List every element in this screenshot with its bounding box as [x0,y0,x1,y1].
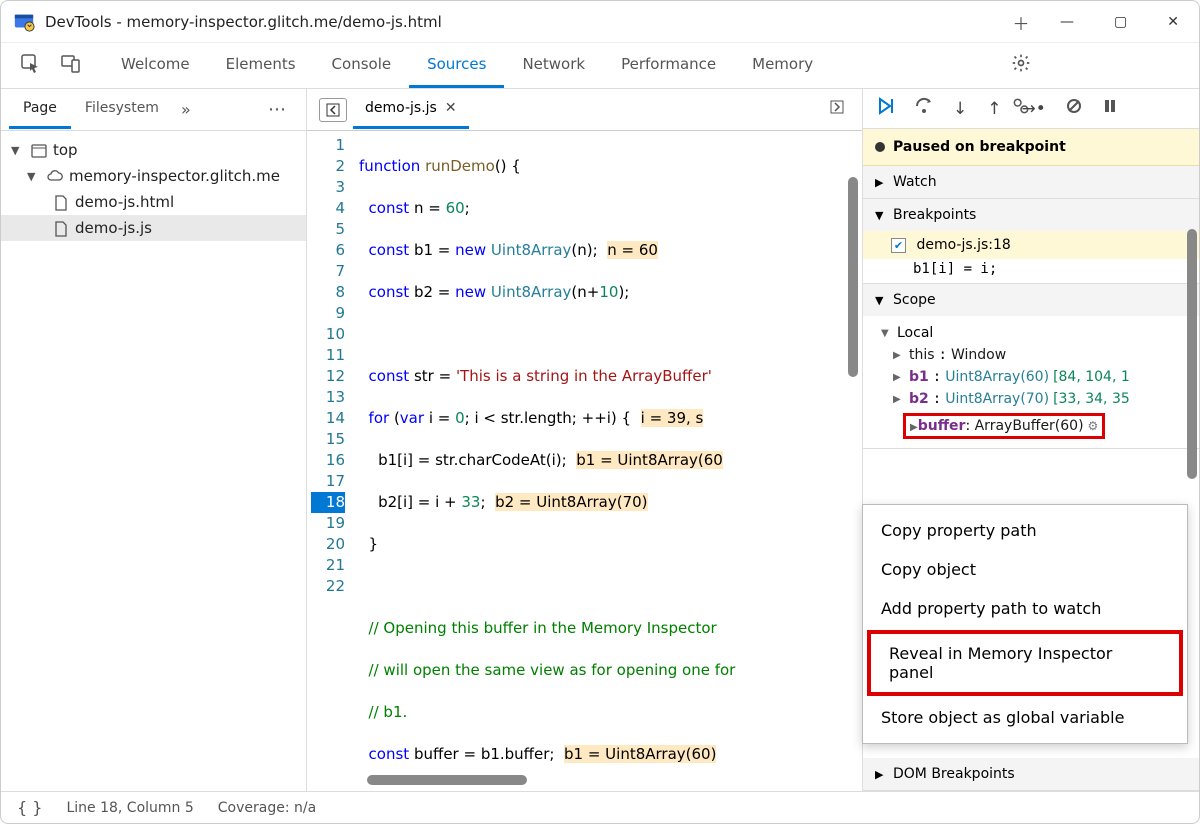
editor-nav-toggle-icon[interactable] [319,98,347,122]
scope-buffer[interactable]: ▶buffer: ArrayBuffer(60)⚙ [863,410,1199,442]
paused-banner: Paused on breakpoint [863,129,1199,166]
editor-vertical-scrollbar[interactable] [848,177,858,377]
ctx-copy-object[interactable]: Copy object [863,550,1187,589]
memory-gear-icon[interactable]: ⚙ [1088,419,1099,433]
scope-section-header[interactable]: ▼Scope [863,284,1199,316]
navigator-tab-page[interactable]: Page [9,90,71,129]
inline-hint: i = 39, s [641,409,704,427]
inspect-element-icon[interactable] [21,54,41,78]
paused-label: Paused on breakpoint [893,139,1066,155]
tree-top-label: top [53,141,78,159]
ctx-reveal-memory-inspector[interactable]: Reveal in Memory Inspector panel [867,630,1183,696]
editor-tab-close-icon[interactable]: ✕ [445,100,457,116]
tree-domain-label: memory-inspector.glitch.me [69,167,280,185]
tree-file-html[interactable]: demo-js.html [1,189,306,215]
step-into-icon[interactable]: ↓ [953,99,967,119]
window-title: DevTools - memory-inspector.glitch.me/de… [45,13,442,31]
tree-file-js[interactable]: demo-js.js [1,215,306,241]
code-area[interactable]: function runDemo() { const n = 60; const… [355,131,862,791]
pretty-print-icon[interactable]: { } [17,798,42,817]
deactivate-breakpoints-icon[interactable] [1066,98,1082,119]
tree-top-frame[interactable]: ▼ top [1,137,306,163]
new-tab-icon[interactable]: ＋ [1013,10,1030,35]
dom-breakpoints-section-header[interactable]: ▶DOM Breakpoints [863,758,1199,790]
status-line-col: Line 18, Column 5 [66,800,193,816]
file-tree: ▼ top ▼ memory-inspector.glitch.me demo-… [1,131,306,247]
navigator-tab-filesystem[interactable]: Filesystem [71,90,173,129]
tree-domain[interactable]: ▼ memory-inspector.glitch.me [1,163,306,189]
tab-network[interactable]: Network [504,43,603,88]
tab-elements[interactable]: Elements [208,43,314,88]
editor-tab-label: demo-js.js [365,100,437,116]
scope-b1[interactable]: ▶b1: Uint8Array(60) [84, 104, 1 [863,366,1199,388]
file-icon [53,219,69,237]
step-icon[interactable]: →• [1022,99,1046,119]
editor-pane: demo-js.js ✕ 123456789101112131415161718… [307,89,863,791]
code-editor[interactable]: 12345678910111213141516171819202122 func… [307,131,862,791]
settings-icon[interactable] [1011,53,1031,78]
file-icon [53,193,69,211]
pause-on-exceptions-icon[interactable] [1102,98,1118,119]
tree-file-js-label: demo-js.js [75,219,152,237]
breakpoint-code: b1[i] = i; [863,259,1199,283]
tab-sources[interactable]: Sources [409,43,504,88]
scope-local-header[interactable]: ▼Local [863,322,1199,344]
navigator-more-tabs-icon[interactable]: » [173,100,199,119]
tab-memory[interactable]: Memory [734,43,831,88]
device-toolbar-icon[interactable] [61,54,81,78]
step-out-icon[interactable]: ↑ [987,99,1001,119]
inline-hint: b1 = Uint8Array(60) [564,745,716,763]
tab-performance[interactable]: Performance [603,43,734,88]
main-toolbar: Welcome Elements Console Sources Network… [1,43,1199,89]
panel-tabs: Welcome Elements Console Sources Network… [103,43,831,88]
context-menu: Copy property path Copy object Add prope… [862,504,1188,744]
watch-section-header[interactable]: ▶Watch [863,166,1199,198]
editor-statusbar: { } Line 18, Column 5 Coverage: n/a [1,791,1199,823]
scope-b2[interactable]: ▶b2: Uint8Array(70) [33, 34, 35 [863,388,1199,410]
ctx-add-to-watch[interactable]: Add property path to watch [863,589,1187,628]
editor-horizontal-scrollbar[interactable] [367,775,527,785]
cloud-icon [47,167,63,185]
inline-hint: b2 = Uint8Array(70) [495,493,647,511]
editor-more-icon[interactable] [822,100,856,120]
tab-console[interactable]: Console [314,43,410,88]
ctx-store-global[interactable]: Store object as global variable [863,698,1187,737]
step-over-icon[interactable] [915,97,933,120]
devtools-app-icon [13,11,35,33]
tree-file-html-label: demo-js.html [75,193,174,211]
status-coverage: Coverage: n/a [218,800,316,816]
pause-dot-icon [875,142,885,152]
breakpoint-item[interactable]: ✔ demo-js.js:18 [863,231,1199,259]
debugger-toolbar: ↓ ↑ →• [863,89,1199,129]
breakpoints-section-header[interactable]: ▼Breakpoints [863,199,1199,231]
breakpoint-checkbox[interactable]: ✔ [891,238,906,253]
resume-icon[interactable] [877,97,895,120]
line-gutter[interactable]: 12345678910111213141516171819202122 [307,131,355,791]
inline-hint: b1 = Uint8Array(60 [576,451,723,469]
scope-this[interactable]: ▶this: Window [863,344,1199,366]
debugger-vertical-scrollbar[interactable] [1187,229,1197,479]
breakpoint-location: demo-js.js:18 [916,237,1010,253]
frame-icon [31,141,47,159]
ctx-copy-property-path[interactable]: Copy property path [863,511,1187,550]
navigator-pane: Page Filesystem » ⋯ ▼ top ▼ memory-inspe… [1,89,307,791]
tab-welcome[interactable]: Welcome [103,43,208,88]
editor-tab[interactable]: demo-js.js ✕ [353,90,469,129]
navigator-kebab-icon[interactable]: ⋯ [258,95,298,124]
inline-hint: n = 60 [607,241,658,259]
